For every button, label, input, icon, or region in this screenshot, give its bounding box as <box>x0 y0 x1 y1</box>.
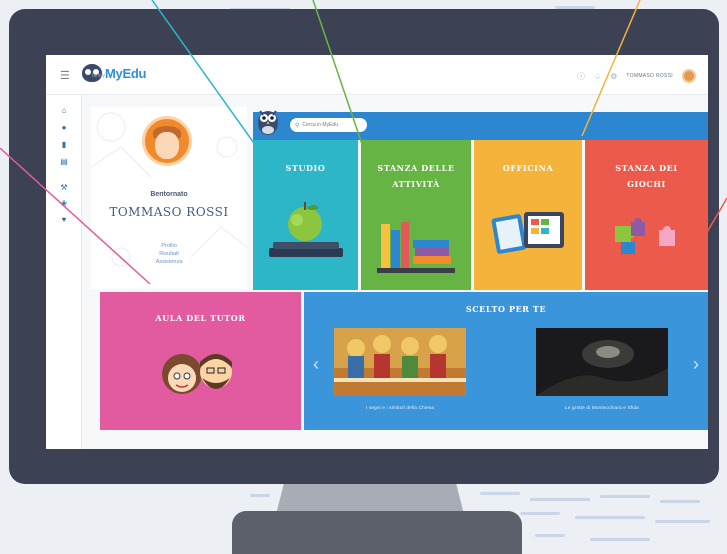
top-bar: ☰ MyEdu family ⓘ ♤ ⚙ TOMMASO ROSSI <box>46 55 708 95</box>
library-icon[interactable]: ▤ <box>59 157 69 167</box>
notification-bell-icon[interactable]: ♤ <box>594 72 601 81</box>
user-avatar[interactable] <box>682 69 696 83</box>
tutors-avatars-icon <box>162 354 232 394</box>
welcome-text: Bentornato <box>150 191 188 198</box>
books-shelf-icon <box>377 222 455 273</box>
tile-attivita[interactable]: Stanza delle Attività <box>361 140 471 290</box>
logo-text: MyEdu <box>105 65 147 81</box>
app-screen: ☰ MyEdu family ⓘ ♤ ⚙ TOMMASO ROSSI ⌂ ● ▮… <box>46 55 708 449</box>
puzzle-pieces-icon <box>615 218 675 254</box>
profile-name: TOMMASO ROSSI <box>109 205 229 219</box>
info-icon[interactable]: ⓘ <box>577 71 585 82</box>
profile-link[interactable]: Profilo <box>91 243 247 249</box>
search-input[interactable] <box>302 122 363 128</box>
tile-giochi-title-2: Giochi <box>627 179 666 189</box>
tile-studio-title: Studio <box>285 163 326 173</box>
top-right-actions: ⓘ ♤ ⚙ TOMMASO ROSSI <box>577 69 696 83</box>
tile-officina[interactable]: Officina <box>474 140 582 290</box>
carousel-next-button[interactable]: › <box>690 349 702 379</box>
tile-officina-title: Officina <box>502 163 554 173</box>
home-icon[interactable]: ⌂ <box>59 106 69 116</box>
tile-scelto-title: Scelto per te <box>465 304 547 314</box>
tile-attivita-title-1: Stanza delle <box>377 163 455 173</box>
logo-subtitle: family <box>92 73 106 79</box>
owl-mascot-icon <box>258 110 278 135</box>
book-icon[interactable]: ▮ <box>59 140 69 150</box>
support-link[interactable]: Assistenza <box>91 259 247 265</box>
search-icon: ⚲ <box>295 122 300 129</box>
monitor-stand-base <box>232 511 522 554</box>
hamburger-menu-icon[interactable]: ☰ <box>60 69 70 82</box>
results-link[interactable]: Risultati <box>91 251 247 257</box>
heart-icon[interactable]: ♥ <box>59 215 69 225</box>
carousel-caption-1: I segni e i simboli della Chiesa <box>365 405 435 410</box>
tile-scelto-per-te: Scelto per te ‹ › I segni e i simboli de… <box>304 292 708 430</box>
tile-tutor-title: Aula del Tutor <box>155 313 246 323</box>
carousel-caption-2: Le grotte di Montecchiara e Sfida <box>564 405 639 410</box>
carousel-thumbnail-2[interactable] <box>536 328 668 396</box>
topbar-user-name[interactable]: TOMMASO ROSSI <box>626 73 673 79</box>
user-icon[interactable]: ● <box>59 123 69 133</box>
tablets-icon <box>491 212 564 254</box>
tile-tutor[interactable]: Aula del Tutor <box>100 292 301 430</box>
tile-giochi-title-1: Stanza dei <box>615 163 678 173</box>
puzzle-icon[interactable]: ❀ <box>59 199 69 209</box>
tile-giochi[interactable]: Stanza dei Giochi <box>585 140 708 290</box>
settings-gear-icon[interactable]: ⚙ <box>610 72 617 81</box>
carousel-thumbnail-1[interactable] <box>334 328 466 396</box>
carousel-prev-button[interactable]: ‹ <box>310 349 322 379</box>
search-box[interactable]: ⚲ <box>290 118 367 132</box>
tile-attivita-title-2: Attività <box>392 179 440 189</box>
apple-books-icon <box>269 202 343 257</box>
profile-card: Bentornato TOMMASO ROSSI Profilo Risulta… <box>91 107 247 289</box>
monitor-frame: ☰ MyEdu family ⓘ ♤ ⚙ TOMMASO ROSSI ⌂ ● ▮… <box>9 9 719 484</box>
tile-studio[interactable]: Studio <box>253 140 358 290</box>
profile-avatar[interactable] <box>142 116 192 166</box>
wrench-icon[interactable]: ⚒ <box>59 183 69 193</box>
side-nav: ⌂ ● ▮ ▤ ⚒ ❀ ♥ <box>46 95 82 449</box>
